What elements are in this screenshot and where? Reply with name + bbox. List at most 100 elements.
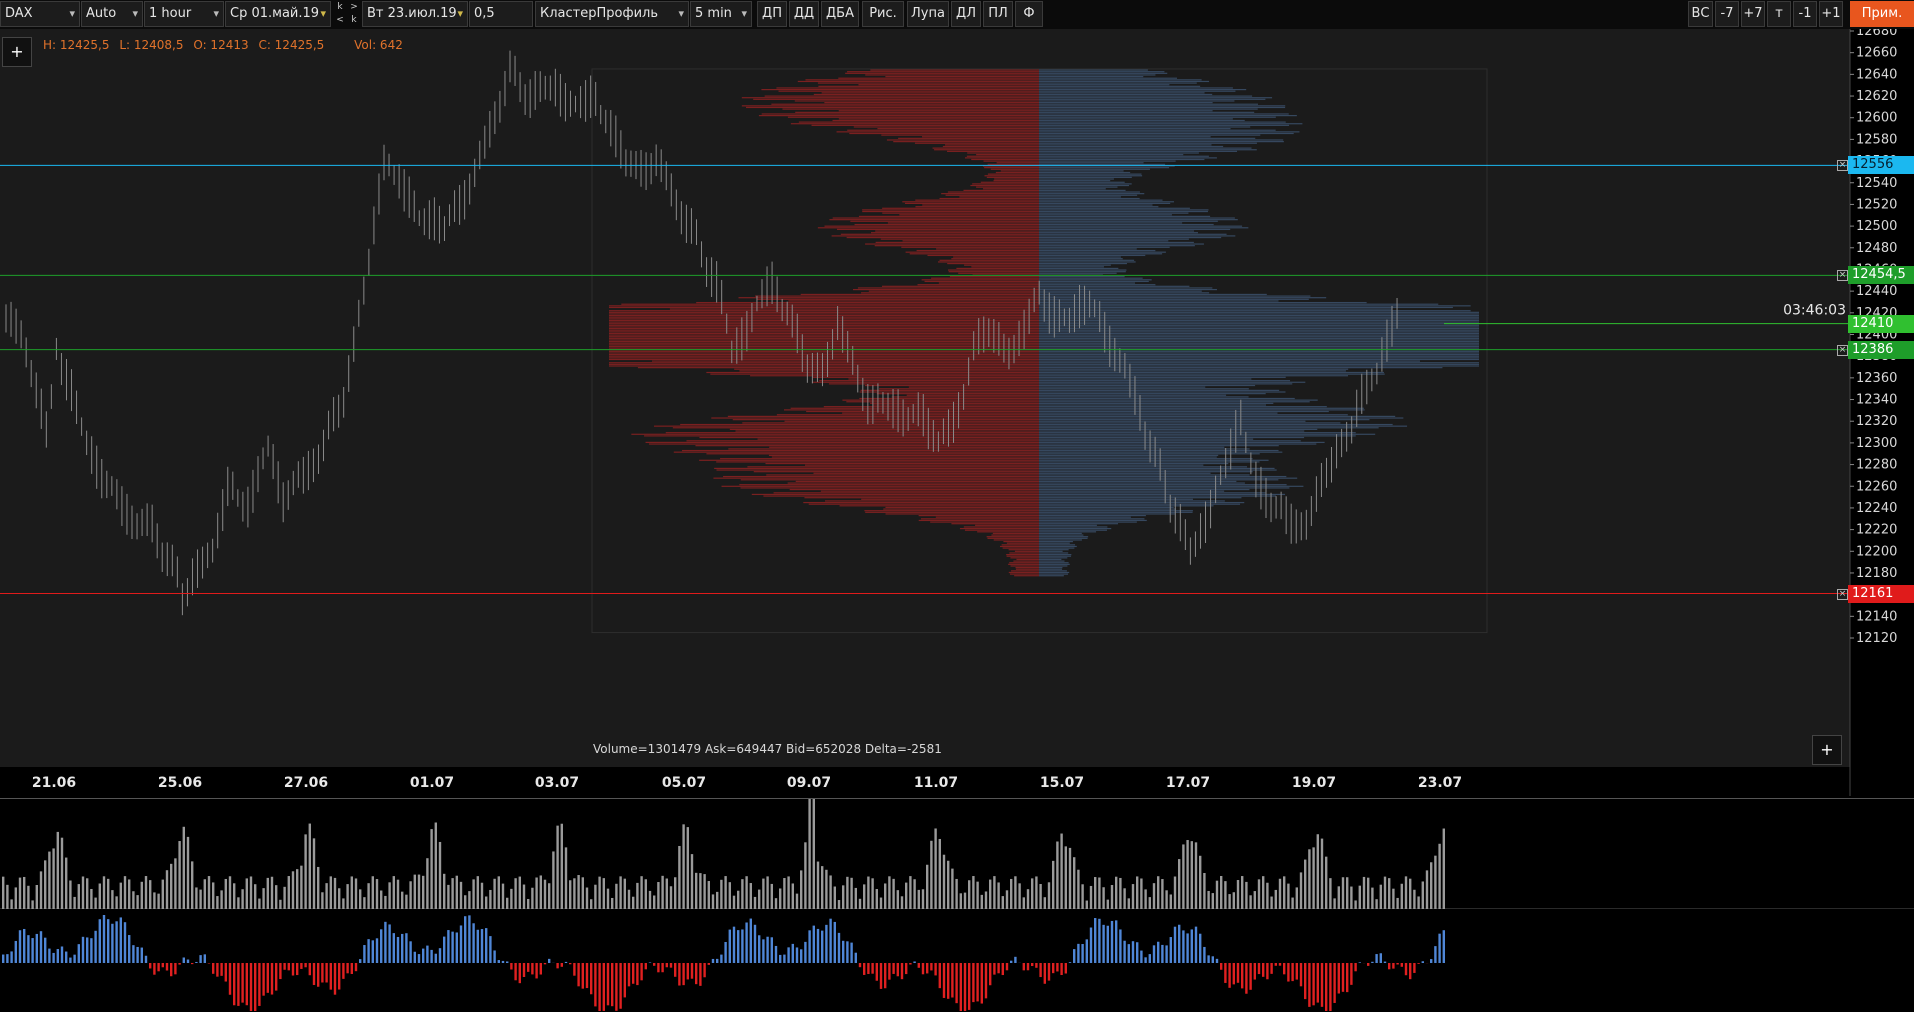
volume-bar [770, 883, 773, 909]
delta-bar-negative [602, 963, 605, 1011]
remove-level-icon[interactable]: × [1837, 160, 1848, 172]
profile-ask-row [1039, 508, 1176, 510]
profile-ask-row [1039, 440, 1301, 442]
profile-ask-row [1039, 449, 1279, 452]
profile-bid-row [879, 388, 1039, 390]
delta-bar-negative [926, 963, 929, 974]
delta-bar-negative [149, 963, 152, 969]
profile-bid-row [609, 319, 1039, 322]
volume-bar [497, 876, 500, 909]
profile-ask-row [1039, 201, 1174, 203]
volume-bar [1010, 878, 1013, 909]
profile-ask-row [1039, 355, 1479, 357]
date-to-select[interactable]: Вт 23.июл.19 [362, 1, 468, 27]
remove-level-icon[interactable]: × [1837, 270, 1848, 282]
dl-button[interactable]: ДЛ [951, 1, 981, 27]
t-button[interactable]: т [1767, 1, 1791, 27]
add-pane-button[interactable]: + [1812, 735, 1842, 765]
delta-bar-negative [980, 963, 983, 1004]
level-tag[interactable]: 12386 [1848, 340, 1914, 359]
price-tick-label: 12540 [1856, 176, 1897, 191]
profile-bid-row [875, 230, 1039, 232]
date-shift-buttons[interactable]: k < [333, 1, 347, 27]
profile-bid-row [813, 93, 1039, 96]
step-input[interactable]: 0,5 [469, 1, 533, 27]
profile-ask-row [1039, 456, 1217, 458]
delta-bar-negative [1262, 963, 1265, 977]
level-tag[interactable]: 12556 [1848, 156, 1914, 175]
arrow-left[interactable]: < [336, 15, 344, 25]
profile-bid-row [948, 271, 1039, 273]
arrow-right[interactable]: > [350, 2, 358, 12]
delta-bar-positive [1010, 960, 1013, 963]
dba-button[interactable]: ДБА [821, 1, 859, 27]
delta-bar-positive [770, 937, 773, 963]
volume-bar [233, 883, 236, 909]
delta-bar-positive [86, 937, 89, 963]
volume-bar [279, 899, 282, 909]
profile-bid-row [874, 245, 1039, 247]
volume-bar [182, 826, 185, 909]
minus1-button[interactable]: -1 [1793, 1, 1817, 27]
volume-bar [1413, 889, 1416, 909]
profile-ask-row [1039, 563, 1070, 565]
profile-ask-row [1039, 101, 1213, 104]
symbol-select[interactable]: DAX [0, 1, 80, 27]
minus7-button[interactable]: -7 [1715, 1, 1739, 27]
price-tick-label: 12360 [1856, 371, 1897, 386]
remove-level-icon[interactable]: × [1837, 344, 1848, 356]
apply-button[interactable]: Прим. [1850, 1, 1914, 27]
delta-bar-positive [716, 958, 719, 963]
dd-button[interactable]: ДД [789, 1, 819, 27]
profile-bid-row [1014, 550, 1039, 552]
delta-bar-negative [997, 963, 1000, 974]
delta-bar-positive [14, 940, 17, 963]
profile-bid-row [872, 404, 1039, 406]
volume-bar [18, 877, 22, 909]
profile-ask-row [1039, 106, 1286, 109]
level-tag[interactable]: 12161 [1848, 584, 1914, 603]
profile-ask-row [1039, 293, 1267, 296]
date-shift-buttons-2[interactable]: > k [347, 1, 361, 27]
date-from-select[interactable]: Ср 01.май.19 [225, 1, 331, 27]
dp-button[interactable]: ДП [757, 1, 787, 27]
plus1-button[interactable]: +1 [1819, 1, 1843, 27]
chart-type-select[interactable]: КластерПрофиль [535, 1, 689, 27]
volume-bar [1417, 896, 1420, 909]
k-bottom[interactable]: k [351, 15, 356, 25]
profile-ask-row [1039, 186, 1118, 188]
profile-ask-row [1039, 453, 1260, 455]
draw-button[interactable]: Рис. [862, 1, 904, 27]
volume-bar [522, 884, 526, 909]
toolbar: DAX Auto 1 hour Ср 01.май.19 k< >k Вт 23… [0, 0, 1914, 29]
plus7-button[interactable]: +7 [1741, 1, 1765, 27]
remove-level-icon[interactable]: × [1837, 588, 1848, 600]
profile-ask-row [1039, 354, 1479, 356]
price-chart[interactable]: 1268012660126401262012600125801256012540… [0, 29, 1914, 796]
profile-ask-row [1039, 412, 1278, 414]
delta-bar-positive [1430, 959, 1433, 963]
vs-button[interactable]: ВС [1688, 1, 1713, 27]
delta-bar-negative [338, 963, 341, 990]
profile-bid-row [1009, 573, 1039, 575]
delta-bar-negative [1320, 963, 1324, 1007]
level-tag[interactable]: 12410 [1848, 314, 1914, 333]
add-indicator-button[interactable]: + [2, 37, 32, 67]
profile-bid-row [936, 248, 1039, 250]
timeframe-select[interactable]: 1 hour [144, 1, 224, 27]
pl-button[interactable]: ПЛ [983, 1, 1013, 27]
f-button[interactable]: Ф [1015, 1, 1043, 27]
cluster-timeframe-select[interactable]: 5 min [690, 1, 752, 27]
volume-bar [905, 882, 908, 909]
volume-bar [493, 878, 496, 909]
profile-bid-row [794, 100, 1039, 102]
profile-ask-row [1039, 230, 1195, 232]
k-top[interactable]: k [337, 2, 342, 12]
volume-bar [590, 899, 593, 909]
volume-bar [573, 878, 576, 909]
level-tag[interactable]: 12454,5 [1848, 266, 1914, 285]
scale-select[interactable]: Auto [81, 1, 143, 27]
profile-ask-row [1039, 493, 1286, 496]
zoom-button[interactable]: Лупа [907, 1, 949, 27]
profile-bid-row [723, 475, 1039, 478]
